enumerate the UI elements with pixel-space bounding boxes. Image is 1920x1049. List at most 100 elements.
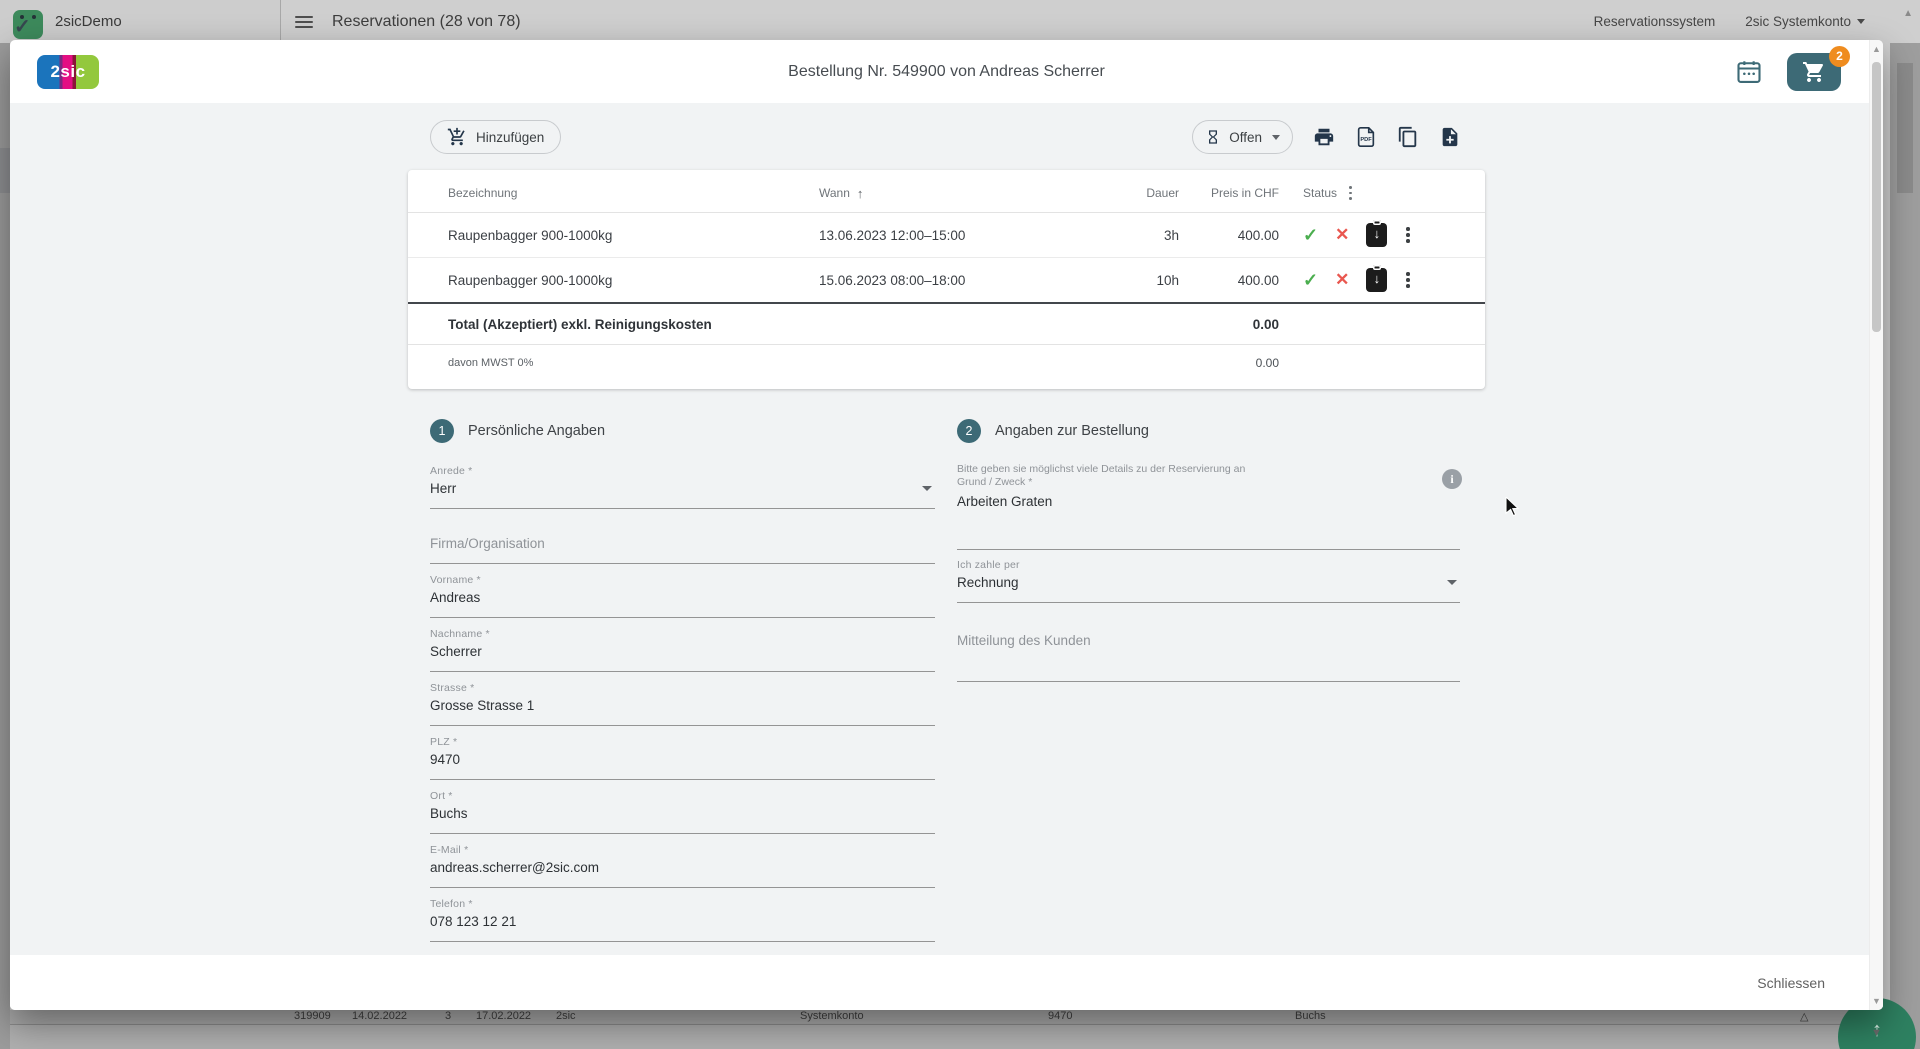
chevron-down-icon bbox=[1272, 135, 1280, 140]
bg-cell: 3 bbox=[445, 1010, 451, 1022]
dimmed-sidebar-edge bbox=[0, 43, 10, 1049]
add-shopping-cart-icon bbox=[447, 127, 467, 147]
chevron-down-icon bbox=[1857, 19, 1865, 24]
accept-icon[interactable]: ✓ bbox=[1303, 225, 1318, 246]
item-name: Raupenbagger 900-1000kg bbox=[448, 228, 819, 243]
col-bezeichnung: Bezeichnung bbox=[448, 186, 819, 200]
vorname-field[interactable]: Vorname * Andreas bbox=[430, 574, 935, 618]
nachname-field[interactable]: Nachname * Scherrer bbox=[430, 628, 935, 672]
print-icon[interactable] bbox=[1313, 126, 1335, 148]
total-value: 0.00 bbox=[1179, 317, 1279, 332]
pdf-icon[interactable]: PDF bbox=[1355, 126, 1377, 148]
scroll-down-icon: ▼ bbox=[1870, 996, 1883, 1006]
dialog-header: 2sic Bestellung Nr. 549900 von Andreas S… bbox=[10, 40, 1883, 103]
firma-field[interactable]: Firma/Organisation bbox=[430, 520, 935, 564]
close-button[interactable]: Schliessen bbox=[1743, 967, 1839, 999]
vat-label: davon MWST 0% bbox=[448, 357, 1179, 369]
reject-icon[interactable]: ✕ bbox=[1335, 225, 1349, 245]
step-1-badge: 1 bbox=[430, 419, 454, 443]
item-duration: 3h bbox=[1099, 228, 1179, 243]
telefon-field[interactable]: Telefon * 078 123 12 21 bbox=[430, 898, 935, 942]
vat-value: 0.00 bbox=[1179, 356, 1279, 370]
table-row: Raupenbagger 900-1000kg 13.06.2023 12:00… bbox=[408, 213, 1485, 257]
add-button-label: Hinzufügen bbox=[476, 130, 544, 145]
dialog-scrollbar[interactable]: ▲ ▼ bbox=[1869, 40, 1883, 1010]
copy-icon[interactable] bbox=[1397, 126, 1419, 148]
vat-row: davon MWST 0% 0.00 bbox=[408, 344, 1485, 381]
dimmed-page-bottom: 319909 14.02.2022 3 17.02.2022 2sic Syst… bbox=[10, 1010, 1890, 1049]
plz-field[interactable]: PLZ * 9470 bbox=[430, 736, 935, 780]
purpose-field[interactable]: Bitte geben sie möglichst viele Details … bbox=[957, 463, 1460, 550]
app-logo-icon: ✓ bbox=[13, 10, 43, 39]
bg-cell: 17.02.2022 bbox=[476, 1010, 531, 1022]
order-dialog: 2sic Bestellung Nr. 549900 von Andreas S… bbox=[10, 40, 1883, 1010]
accept-icon[interactable]: ✓ bbox=[1303, 270, 1318, 291]
inner-scroll-down-icon[interactable]: ▼ bbox=[1871, 1027, 1882, 1039]
step-2-badge: 2 bbox=[957, 419, 981, 443]
item-price: 400.00 bbox=[1179, 228, 1279, 243]
note-add-icon[interactable] bbox=[1439, 126, 1461, 148]
item-price: 400.00 bbox=[1179, 273, 1279, 288]
svg-text:PDF: PDF bbox=[1360, 137, 1372, 143]
select-caret-icon bbox=[1447, 580, 1457, 585]
col-wann[interactable]: Wann ↑ bbox=[819, 186, 1099, 201]
reject-icon[interactable]: ✕ bbox=[1335, 270, 1349, 290]
col-status: Status bbox=[1279, 184, 1455, 201]
personal-section: 1 Persönliche Angaben Anrede * Herr Firm… bbox=[430, 419, 935, 942]
account-label: 2sic Systemkonto bbox=[1745, 14, 1851, 29]
assignment-returned-icon[interactable]: ↓ bbox=[1366, 223, 1387, 247]
screen: ✓ 2sicDemo Reservationen (28 von 78) Res… bbox=[0, 0, 1920, 1049]
page-title: Reservationen (28 von 78) bbox=[332, 13, 521, 31]
ort-field[interactable]: Ort * Buchs bbox=[430, 790, 935, 834]
total-label: Total (Akzeptiert) exkl. Reinigungskoste… bbox=[448, 317, 1179, 332]
item-when: 13.06.2023 12:00–15:00 bbox=[819, 228, 1099, 243]
bg-cell: 9470 bbox=[1048, 1010, 1072, 1022]
cart-icon bbox=[1802, 60, 1826, 84]
bg-cell: Buchs bbox=[1295, 1010, 1326, 1022]
scroll-thumb[interactable] bbox=[1872, 62, 1881, 332]
anrede-field[interactable]: Anrede * Herr bbox=[430, 465, 935, 509]
menu-icon[interactable] bbox=[295, 16, 313, 28]
status-label: Offen bbox=[1229, 130, 1262, 145]
cart-button[interactable]: 2 bbox=[1787, 53, 1841, 91]
bg-cell: 14.02.2022 bbox=[352, 1010, 407, 1022]
bg-cell: 2sic bbox=[556, 1010, 576, 1022]
item-when: 15.06.2023 08:00–18:00 bbox=[819, 273, 1099, 288]
assignment-returned-icon[interactable]: ↓ bbox=[1366, 268, 1387, 292]
info-icon[interactable]: i bbox=[1442, 469, 1462, 489]
email-field[interactable]: E-Mail * andreas.scherrer@2sic.com bbox=[430, 844, 935, 888]
account-menu[interactable]: 2sic Systemkonto bbox=[1745, 14, 1865, 29]
bg-cell: Systemkonto bbox=[800, 1010, 864, 1022]
calendar-icon[interactable] bbox=[1735, 58, 1763, 86]
background-table-row: 319909 14.02.2022 3 17.02.2022 2sic Syst… bbox=[10, 1010, 1890, 1025]
strasse-field[interactable]: Strasse * Grosse Strasse 1 bbox=[430, 682, 935, 726]
item-duration: 10h bbox=[1099, 273, 1179, 288]
order-section: 2 Angaben zur Bestellung Bitte geben sie… bbox=[957, 419, 1460, 942]
page-scrollbar[interactable]: ▼ bbox=[1890, 43, 1920, 1049]
personal-heading: Persönliche Angaben bbox=[468, 423, 605, 439]
sort-asc-icon: ↑ bbox=[857, 186, 864, 201]
scroll-up-icon: ▲ bbox=[1870, 44, 1883, 54]
total-row: Total (Akzeptiert) exkl. Reinigungskoste… bbox=[408, 302, 1485, 344]
bg-cell: 319909 bbox=[294, 1010, 331, 1022]
row-menu-icon[interactable] bbox=[1404, 270, 1412, 290]
triangle-icon: △ bbox=[1800, 1010, 1808, 1023]
dialog-body: Hinzufügen Offen bbox=[10, 103, 1883, 955]
item-name: Raupenbagger 900-1000kg bbox=[448, 273, 819, 288]
page-scroll-up-icon[interactable]: ▲ bbox=[1903, 8, 1913, 19]
col-dauer: Dauer bbox=[1099, 186, 1179, 200]
column-menu-icon[interactable] bbox=[1347, 184, 1354, 201]
col-preis: Preis in CHF bbox=[1179, 186, 1279, 200]
mitteilung-field[interactable]: Mitteilung des Kunden bbox=[957, 633, 1460, 682]
cart-badge: 2 bbox=[1829, 46, 1850, 67]
hourglass-icon bbox=[1205, 129, 1221, 145]
table-header: Bezeichnung Wann ↑ Dauer Preis in CHF St… bbox=[408, 174, 1485, 213]
status-dropdown[interactable]: Offen bbox=[1192, 120, 1293, 154]
row-menu-icon[interactable] bbox=[1404, 225, 1412, 245]
select-caret-icon bbox=[922, 486, 932, 491]
system-link[interactable]: Reservationssystem bbox=[1594, 14, 1716, 29]
zahlung-field[interactable]: Ich zahle per Rechnung bbox=[957, 559, 1460, 603]
add-button[interactable]: Hinzufügen bbox=[430, 120, 561, 154]
dialog-footer: Schliessen bbox=[10, 955, 1883, 1010]
app-name: 2sicDemo bbox=[55, 13, 122, 30]
